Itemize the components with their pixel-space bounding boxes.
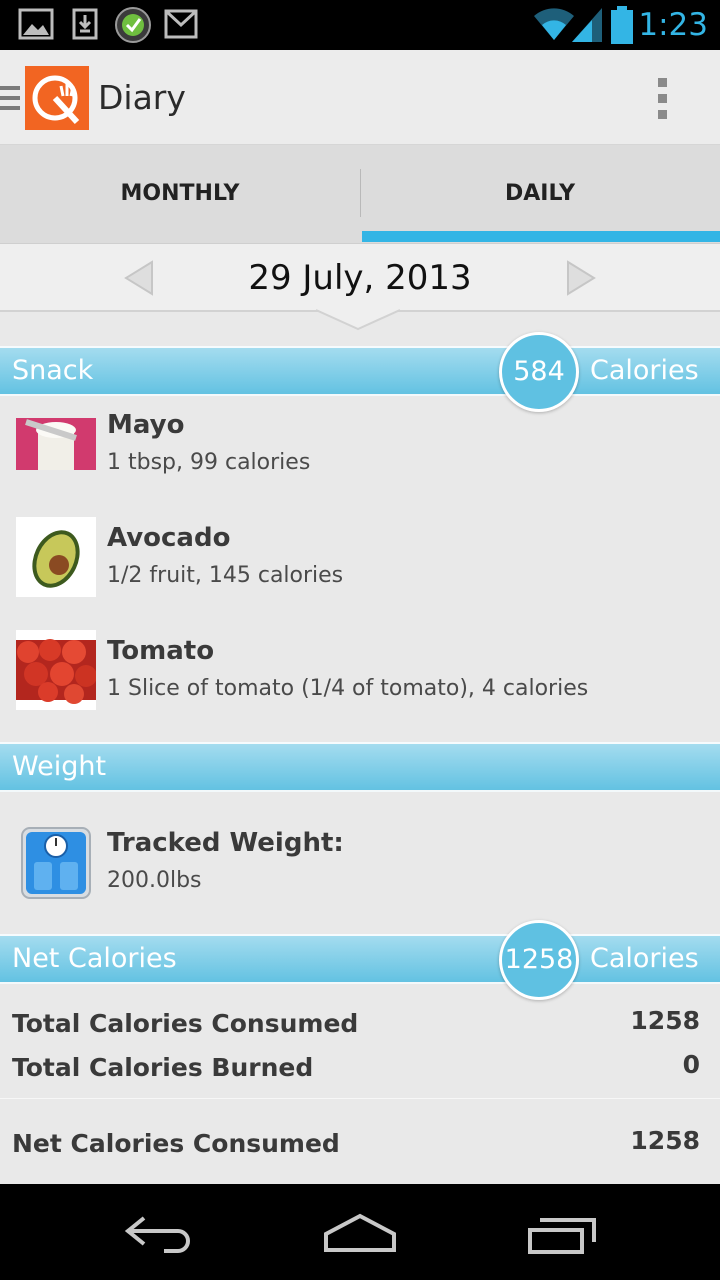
date-pointer: [316, 309, 400, 331]
home-icon[interactable]: [322, 1212, 398, 1254]
status-bar: 1:23: [0, 0, 720, 50]
navigation-bar: [0, 1184, 720, 1280]
weight-label: Tracked Weight:: [107, 828, 344, 858]
total-consumed-value: 1258: [630, 1006, 700, 1035]
total-burned-value: 0: [682, 1050, 700, 1079]
back-icon[interactable]: [124, 1212, 196, 1254]
total-burned-label: Total Calories Burned: [12, 1053, 314, 1082]
section-title: Net Calories: [12, 943, 177, 974]
download-icon: [72, 8, 98, 40]
tab-daily[interactable]: DAILY: [360, 145, 720, 243]
total-consumed-label: Total Calories Consumed: [12, 1009, 359, 1038]
list-item[interactable]: Tomato 1 Slice of tomato (1/4 of tomato)…: [0, 622, 720, 734]
section-title: Weight: [12, 751, 107, 782]
battery-icon: [611, 6, 633, 44]
current-date: 29 July, 2013: [248, 258, 472, 298]
scale-icon: [21, 827, 91, 899]
list-item[interactable]: Mayo 1 tbsp, 99 calories: [0, 396, 720, 508]
next-arrow-icon[interactable]: [566, 260, 596, 296]
check-badge-icon: [115, 7, 151, 43]
net-consumed-label: Net Calories Consumed: [12, 1129, 340, 1158]
recent-apps-icon[interactable]: [526, 1216, 598, 1256]
item-name: Avocado: [107, 523, 231, 553]
gmail-icon: [164, 9, 198, 39]
weight-entry[interactable]: Tracked Weight: 200.0lbs: [0, 792, 720, 932]
mayo-thumbnail: [16, 418, 96, 470]
tomato-thumbnail: [16, 630, 96, 710]
signal-icon: [572, 8, 602, 42]
net-consumed-value: 1258: [630, 1126, 700, 1155]
tab-bar: MONTHLY DAILY: [0, 145, 720, 244]
tab-monthly[interactable]: MONTHLY: [0, 145, 360, 243]
wifi-icon: [534, 8, 574, 40]
status-time: 1:23: [638, 7, 708, 43]
item-detail: 1/2 fruit, 145 calories: [107, 563, 344, 588]
list-item[interactable]: Avocado 1/2 fruit, 145 calories: [0, 509, 720, 621]
section-unit: Calories: [590, 355, 699, 386]
overflow-menu-icon[interactable]: [656, 78, 670, 120]
snack-section-header: Snack Calories: [0, 346, 720, 396]
page-title: Diary: [98, 78, 186, 117]
net-calories-badge: 1258: [499, 920, 579, 1000]
net-calories-section-header: Net Calories Calories: [0, 934, 720, 984]
item-name: Tomato: [107, 636, 215, 666]
weight-value: 200.0lbs: [107, 868, 202, 893]
item-detail: 1 tbsp, 99 calories: [107, 450, 311, 475]
section-title: Snack: [12, 355, 94, 386]
gallery-icon: [18, 8, 54, 40]
item-detail: 1 Slice of tomato (1/4 of tomato), 4 cal…: [107, 676, 589, 701]
drawer-indicator-icon[interactable]: [0, 84, 22, 114]
weight-section-header: Weight: [0, 742, 720, 792]
tab-selected-indicator: [362, 231, 720, 242]
totals-divider: [0, 1098, 720, 1099]
avocado-thumbnail: [16, 517, 96, 597]
section-unit: Calories: [590, 943, 699, 974]
app-logo-icon[interactable]: [25, 66, 89, 130]
item-name: Mayo: [107, 410, 185, 440]
action-bar: Diary: [0, 50, 720, 145]
